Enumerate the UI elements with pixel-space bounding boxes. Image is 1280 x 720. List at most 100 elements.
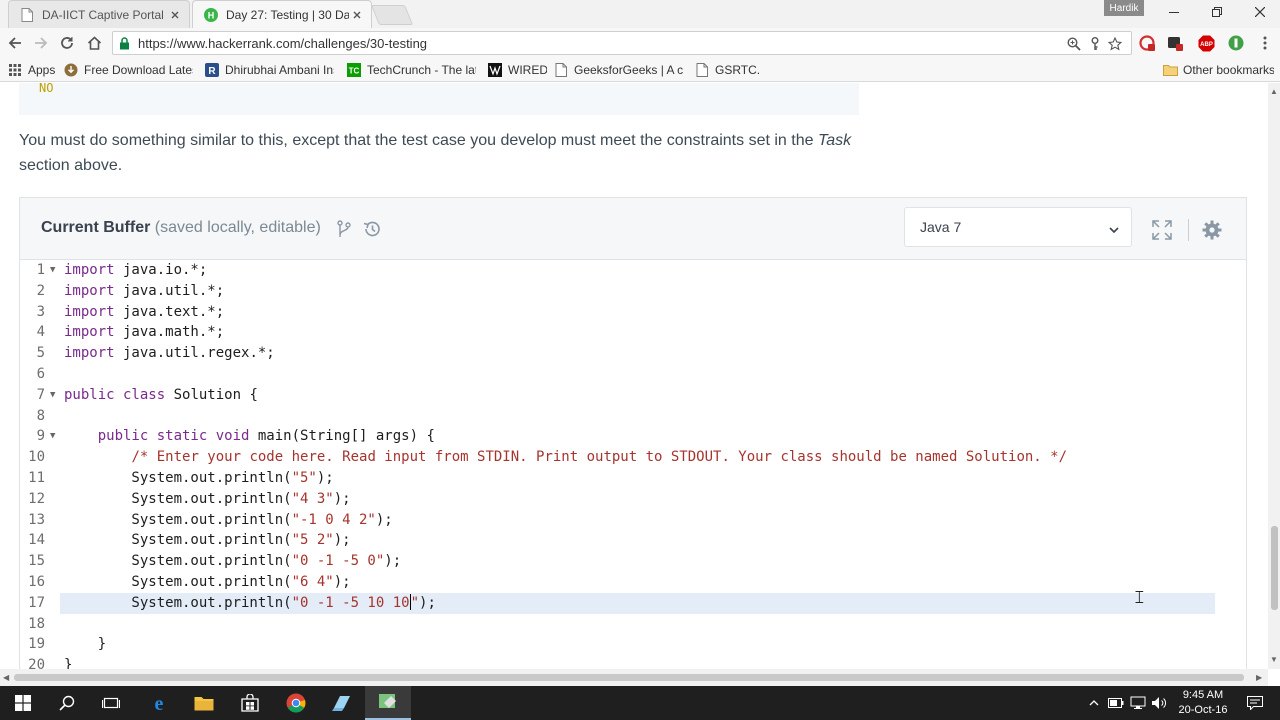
code-text: import java.text.*; bbox=[64, 302, 224, 323]
code-line[interactable]: 19 } bbox=[20, 634, 1246, 655]
line-number: 7 bbox=[36, 386, 45, 403]
zoom-icon[interactable] bbox=[1066, 36, 1082, 52]
code-area[interactable]: 1 ▼ import java.io.*; 2 import java.util.*; 3… bbox=[20, 260, 1246, 669]
bookmark-da-iict[interactable]: R Dhirubhai Ambani Ins bbox=[204, 61, 334, 79]
address-bar[interactable]: https://www.hackerrank.com/challenges/30… bbox=[112, 31, 1132, 55]
code-line[interactable]: 16 System.out.println("6 4"); bbox=[20, 572, 1246, 593]
store-icon[interactable] bbox=[227, 686, 273, 720]
scroll-right-icon[interactable]: ▶ bbox=[1256, 673, 1262, 682]
code-line[interactable]: 14 System.out.println("5 2"); bbox=[20, 530, 1246, 551]
page-vertical-scrollbar[interactable]: ▲ ▼ bbox=[1268, 83, 1280, 669]
bookmark-wired[interactable]: WIRED bbox=[487, 61, 547, 79]
scroll-down-icon[interactable]: ▼ bbox=[1270, 655, 1278, 664]
language-select[interactable]: Java 7 bbox=[904, 207, 1132, 247]
branch-icon[interactable] bbox=[334, 219, 354, 239]
code-line[interactable]: 2 import java.util.*; bbox=[20, 281, 1246, 302]
reload-button[interactable] bbox=[55, 31, 79, 55]
code-line[interactable]: 8 bbox=[20, 406, 1246, 427]
code-line[interactable]: 17 System.out.println("0 -1 -5 10 10"); bbox=[20, 592, 1246, 614]
gear-icon[interactable] bbox=[1201, 219, 1223, 241]
fullscreen-icon[interactable] bbox=[1151, 219, 1173, 241]
windows-taskbar: e 9:45 AM 20-Oct-16 bbox=[0, 686, 1280, 720]
restore-button[interactable] bbox=[1195, 0, 1238, 24]
start-button[interactable] bbox=[0, 686, 46, 720]
code-token: "5" bbox=[291, 469, 317, 486]
code-line[interactable]: 15 System.out.println("0 -1 -5 0"); bbox=[20, 551, 1246, 572]
history-icon[interactable] bbox=[362, 219, 382, 239]
scroll-left-icon[interactable]: ◀ bbox=[3, 673, 9, 682]
code-line[interactable]: 12 System.out.println("4 3"); bbox=[20, 489, 1246, 510]
menu-dots-icon[interactable] bbox=[1256, 34, 1274, 52]
search-icon[interactable] bbox=[44, 686, 90, 720]
code-line[interactable]: 11 System.out.println("5"); bbox=[20, 468, 1246, 489]
bookmark-techcrunch[interactable]: TC TechCrunch - The late bbox=[346, 61, 476, 79]
code-text: } bbox=[64, 655, 72, 669]
code-line[interactable]: 20} bbox=[20, 655, 1246, 669]
code-line[interactable]: 1 ▼ import java.io.*; bbox=[20, 260, 1246, 281]
forward-button[interactable] bbox=[29, 31, 53, 55]
task-view-icon[interactable] bbox=[88, 686, 134, 720]
bookmark-star-icon[interactable] bbox=[1107, 36, 1123, 52]
code-line[interactable]: 4 import java.math.*; bbox=[20, 322, 1246, 343]
editor-header: Current Buffer (saved locally, editable)… bbox=[20, 198, 1246, 260]
extension-green-icon[interactable] bbox=[1227, 34, 1245, 52]
key-icon[interactable] bbox=[1087, 36, 1103, 52]
code-token: import bbox=[64, 345, 115, 362]
code-text: import java.util.*; bbox=[64, 281, 224, 302]
minimize-button[interactable] bbox=[1152, 0, 1195, 24]
code-text: System.out.println("5 2"); bbox=[64, 530, 350, 551]
bookmark-apps[interactable]: Apps bbox=[7, 61, 57, 79]
code-line[interactable]: 5 import java.util.regex.*; bbox=[20, 343, 1246, 364]
paint-app-icon[interactable] bbox=[365, 686, 411, 720]
profile-button[interactable]: Hardik bbox=[1104, 0, 1144, 16]
battery-icon[interactable] bbox=[1107, 694, 1125, 712]
bookmark-geeksforgeeks[interactable]: GeeksforGeeks | A co bbox=[553, 61, 683, 79]
chevron-up-icon[interactable] bbox=[1085, 694, 1103, 712]
fold-arrow-icon[interactable]: ▼ bbox=[50, 426, 55, 447]
page-horizontal-scrollbar[interactable]: ◀ ▶ bbox=[0, 669, 1268, 686]
extension-dark-icon[interactable] bbox=[1166, 34, 1184, 52]
bookmark-free-download[interactable]: Free Download Latest bbox=[63, 61, 193, 79]
code-line[interactable]: 3 import java.text.*; bbox=[20, 302, 1246, 323]
fold-arrow-icon[interactable]: ▼ bbox=[50, 260, 55, 281]
extension-red-icon[interactable] bbox=[1138, 34, 1156, 52]
scrollbar-thumb[interactable] bbox=[1271, 526, 1278, 610]
code-line[interactable]: 6 bbox=[20, 364, 1246, 385]
tab-day-27-testing[interactable]: H Day 27: Testing | 30 Days bbox=[192, 0, 372, 28]
code-token: java.math.*; bbox=[114, 324, 225, 341]
chrome-icon[interactable] bbox=[273, 686, 319, 720]
scroll-up-icon[interactable]: ▲ bbox=[1270, 87, 1278, 96]
code-token: Solution { bbox=[165, 386, 258, 403]
code-line[interactable]: 10 /* Enter your code here. Read input f… bbox=[20, 447, 1246, 468]
new-tab-button[interactable] bbox=[370, 5, 414, 25]
scrollbar-thumb[interactable] bbox=[14, 674, 1244, 681]
file-explorer-icon[interactable] bbox=[181, 686, 227, 720]
close-icon[interactable] bbox=[167, 7, 183, 23]
tab-captive-portal[interactable]: DA-IICT Captive Portal bbox=[8, 0, 190, 28]
code-line[interactable]: 13 System.out.println("-1 0 4 2"); bbox=[20, 510, 1246, 531]
code-line[interactable]: 7 ▼ public class Solution { bbox=[20, 385, 1246, 406]
back-button[interactable] bbox=[3, 31, 27, 55]
taskbar-clock[interactable]: 9:45 AM 20-Oct-16 bbox=[1170, 688, 1236, 718]
line-number: 4 bbox=[36, 324, 45, 341]
code-token: import bbox=[64, 262, 115, 278]
code-token: "6 4" bbox=[291, 573, 334, 590]
app-icon[interactable] bbox=[319, 686, 365, 720]
adblock-icon[interactable]: ABP bbox=[1197, 34, 1215, 52]
tab-title: DA-IICT Captive Portal bbox=[42, 7, 164, 22]
network-icon[interactable] bbox=[1129, 694, 1147, 712]
clock-date: 20-Oct-16 bbox=[1178, 704, 1228, 716]
close-icon[interactable] bbox=[349, 7, 365, 23]
bookmark-gsrtc[interactable]: GSRTC. bbox=[694, 61, 764, 79]
other-bookmarks[interactable]: Other bookmarks bbox=[1162, 61, 1274, 79]
r-favicon: R bbox=[204, 62, 220, 78]
notification-icon[interactable] bbox=[1246, 694, 1264, 712]
code-line[interactable]: 9 ▼ public static void main(String[] args… bbox=[20, 426, 1246, 447]
edge-browser-icon[interactable]: e bbox=[136, 686, 182, 720]
fold-arrow-icon[interactable]: ▼ bbox=[50, 385, 55, 406]
volume-icon[interactable] bbox=[1150, 694, 1168, 712]
home-button[interactable] bbox=[82, 31, 106, 55]
close-window-button[interactable] bbox=[1238, 0, 1280, 24]
code-line[interactable]: 18 bbox=[20, 614, 1246, 635]
code-token: System.out.println( bbox=[64, 490, 292, 507]
